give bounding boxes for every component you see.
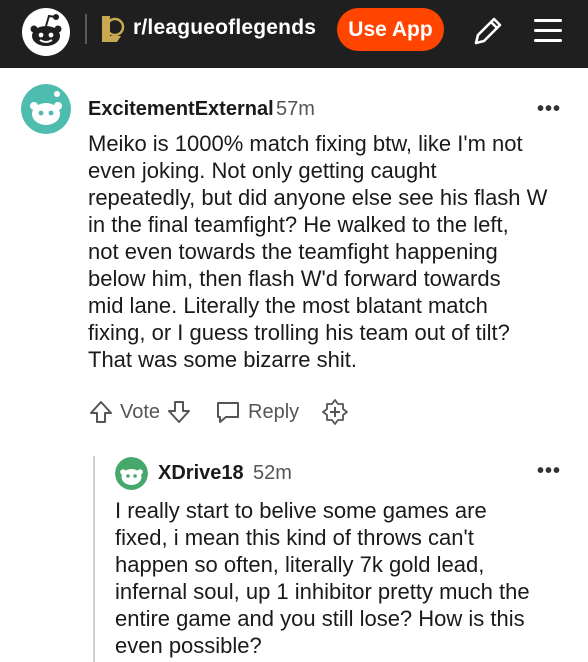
- vote-label: Vote: [120, 400, 161, 423]
- header-divider: [85, 14, 87, 44]
- comment-line: happen so often, literally 7k gold lead,: [115, 552, 485, 577]
- reddit-logo-icon[interactable]: [21, 7, 71, 57]
- reply-button[interactable]: Reply: [248, 401, 299, 424]
- comment-line: in the final teamfight? He walked to the…: [88, 212, 509, 237]
- comment-line: fixing, or I guess trolling his team out…: [88, 320, 510, 345]
- more-options-icon[interactable]: •••: [537, 460, 561, 483]
- comment-line: Meiko is 1000% match fixing btw, like I'…: [88, 131, 523, 156]
- avatar[interactable]: [115, 457, 148, 490]
- league-icon: [102, 16, 125, 42]
- comment-line: fixed, i mean this kind of throws can't: [115, 525, 474, 550]
- downvote-icon[interactable]: [166, 399, 192, 425]
- more-options-icon[interactable]: •••: [537, 98, 561, 121]
- comment-line: repeatedly, but did anyone else see his …: [88, 185, 548, 210]
- comment-actions: Vote Reply: [88, 398, 349, 426]
- comment-time: 52m: [253, 462, 292, 484]
- comment-username[interactable]: ExcitementExternal: [88, 98, 274, 121]
- comment-time: 57m: [276, 98, 315, 120]
- avatar[interactable]: [21, 84, 71, 134]
- comment-line: even joking. Not only getting caught: [88, 158, 437, 183]
- subreddit-name[interactable]: r/leagueoflegends: [133, 16, 316, 40]
- award-icon[interactable]: [321, 398, 349, 426]
- comment-line: even possible?: [115, 633, 262, 658]
- pencil-icon[interactable]: [470, 13, 506, 49]
- comment-line: not even towards the teamfight happening: [88, 239, 498, 264]
- upvote-icon[interactable]: [88, 399, 114, 425]
- thread-line[interactable]: [93, 456, 95, 662]
- comment-username[interactable]: XDrive18: [158, 462, 244, 485]
- comment-line: I really start to belive some games are: [115, 498, 487, 523]
- reply-icon[interactable]: [214, 399, 242, 425]
- menu-icon[interactable]: [530, 15, 566, 47]
- comment-line: That was some bizarre shit.: [88, 347, 357, 372]
- comment-line: mid lane. Literally the most blatant mat…: [88, 293, 488, 318]
- comment-line: infernal soul, up 1 inhibitor pretty muc…: [115, 579, 530, 604]
- use-app-button[interactable]: Use App: [337, 8, 444, 51]
- comment-line: entire game and you still lose? How is t…: [115, 606, 525, 631]
- comment-line: below him, then flash W'd forward toward…: [88, 266, 501, 291]
- top-bar: r/leagueoflegends Use App: [0, 0, 588, 68]
